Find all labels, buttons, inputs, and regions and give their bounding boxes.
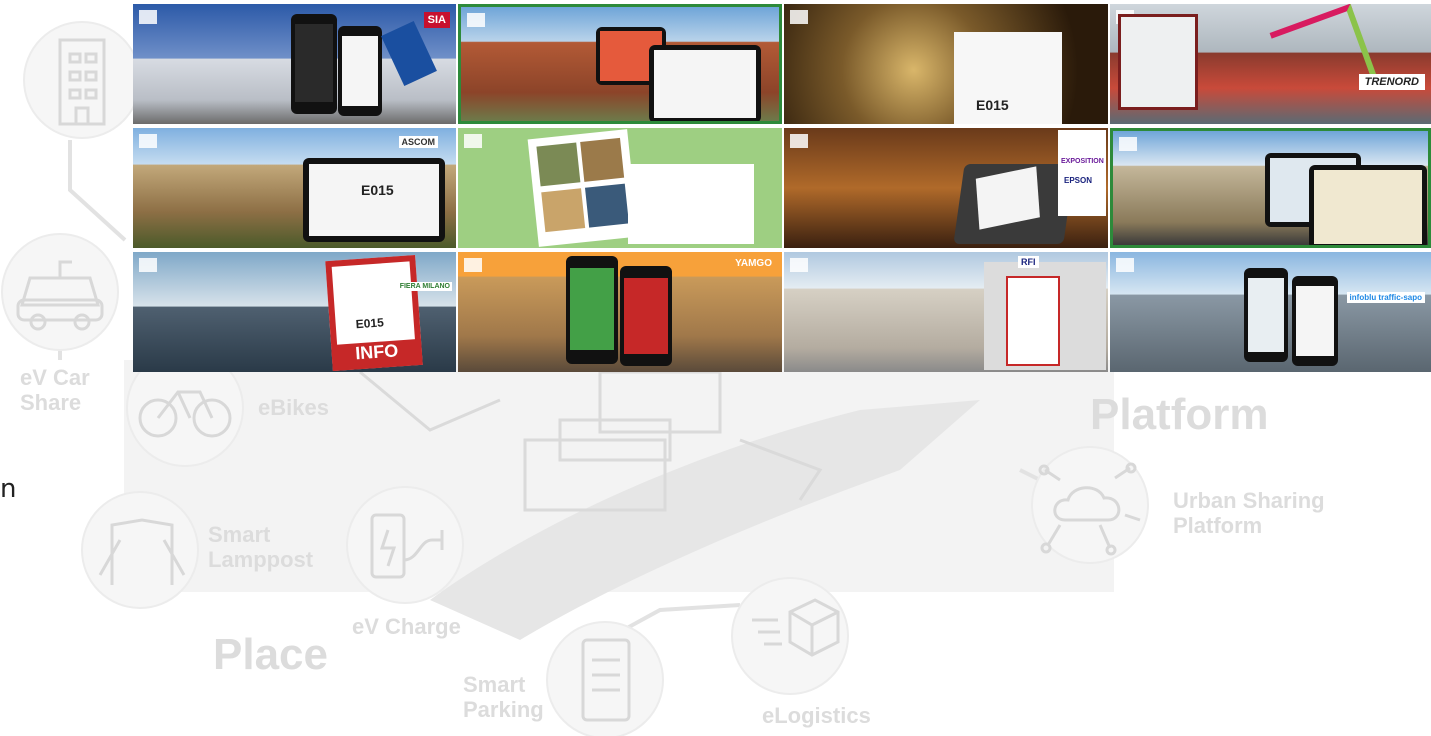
ev-car-share-line1: eV Car [20,365,90,390]
tile-app: INFO [331,338,423,372]
tile-logo-badge [467,13,485,27]
tile-logo-badge [1116,258,1134,272]
laptop-device: E015 [303,158,445,242]
web-page-preview [628,164,754,244]
tile-city-gate[interactable] [1110,128,1431,248]
web-page-preview: E015 [954,32,1062,124]
place-label: Place [213,630,328,679]
phone-device [620,266,672,366]
elogistics-label: eLogistics [762,703,871,728]
tile-logo-badge [464,258,482,272]
tile-app: EPSON [1064,176,1093,185]
platform-label: Platform [1090,390,1269,439]
app-showcase-grid: SIA E015 TRENORD E015 ASCOM EXPOSITION E… [133,4,1431,372]
smart-parking-line2: Parking [463,697,544,723]
tile-logo-badge [464,134,482,148]
tile-app: E015 [361,182,394,198]
edge-text-fragment: n [0,474,17,504]
tile-brand: YAMGO [735,258,772,269]
station-kiosk [984,262,1106,370]
airport-logo-shape [381,20,437,87]
tablet-device [649,45,761,121]
tile-brand: ASCOM [398,136,438,148]
tile-brand: RFI [1018,256,1039,268]
smart-parking-line1: Smart [463,672,526,697]
tile-exposition[interactable]: EXPOSITION EPSON [784,128,1108,248]
smart-parking-label: Smart Parking [463,672,544,723]
lamppost-icon-circle [81,491,199,609]
tile-brand: SIA [423,12,450,28]
smart-lamppost-line1: Smart [208,522,271,547]
tile-logo-badge [1119,137,1137,151]
tile-logo-badge [139,258,157,272]
urban-sharing-line1: Urban Sharing [1173,488,1325,513]
tablet-device [1309,165,1427,245]
tile-bergamo[interactable]: E015 ASCOM [133,128,456,248]
phone-device [566,256,618,364]
tile-brand: TRENORD [1358,74,1425,90]
tile-brand: EXPOSITION [1061,158,1104,165]
car-icon-circle [1,233,119,351]
phone-device [1244,268,1288,362]
tile-trenord[interactable]: TRENORD [1110,4,1431,124]
exposition-banner: EXPOSITION EPSON [1058,130,1106,216]
tile-app: E015 [976,97,1009,113]
tile-logo-badge [790,134,808,148]
tile-logo-badge [139,10,157,24]
tile-fountain[interactable]: E015 [784,4,1108,124]
tile-logo-badge [139,134,157,148]
info-totem: E015 INFO [325,254,423,372]
tile-logo-badge [790,10,808,24]
smart-lamppost-label: Smart Lamppost [208,522,313,573]
kiosk-display [1118,14,1198,110]
tile-brand: infoblu traffic-sapo [1346,292,1425,303]
ev-car-share-line2: Share [20,390,82,416]
smart-lamppost-line2: Lamppost [208,547,314,573]
urban-sharing-platform-label: Urban Sharing Platform [1173,488,1325,539]
tile-milan-airports[interactable]: SIA [133,4,456,124]
tile-brand: FIERA MILANO [397,282,452,291]
ev-car-share-label: eV Car Share [20,365,90,416]
photo-card [527,129,639,247]
phone-device [1292,276,1338,366]
tile-milano-centrale[interactable]: RFI [784,252,1108,372]
tile-castle[interactable] [458,4,782,124]
tile-collage[interactable] [458,128,782,248]
ev-charge-label: eV Charge [352,614,461,639]
tile-logo-badge [790,258,808,272]
ebikes-label: eBikes [258,395,329,420]
phone-device [338,26,382,116]
phone-device [291,14,337,114]
tile-yamgo[interactable]: YAMGO [458,252,782,372]
tile-skyline-traffic[interactable]: infoblu traffic-sapo [1110,252,1431,372]
urban-sharing-line2: Platform [1173,513,1263,539]
printer-device [953,164,1075,244]
tile-fiera-milano[interactable]: E015 INFO FIERA MILANO [133,252,456,372]
